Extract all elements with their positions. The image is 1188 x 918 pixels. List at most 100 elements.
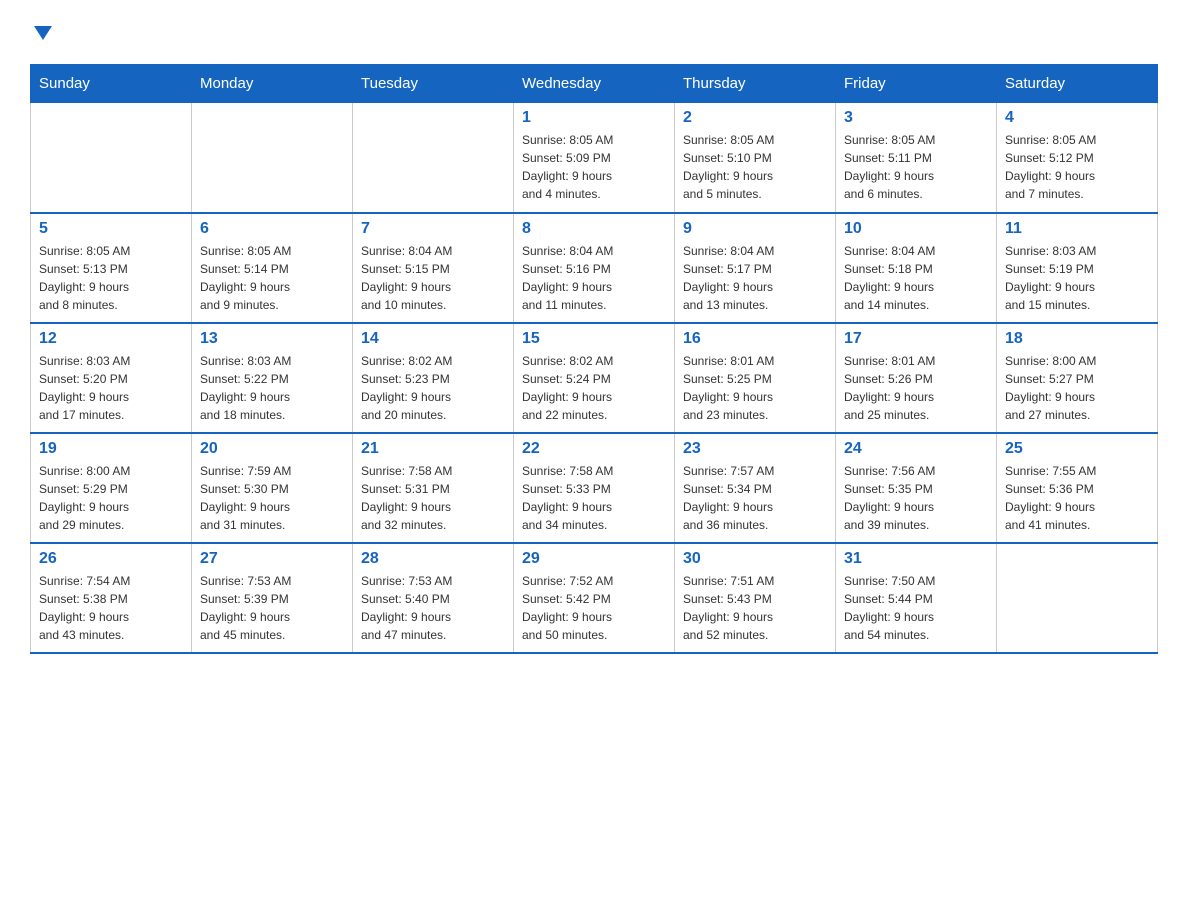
day-number: 11	[1005, 220, 1149, 238]
calendar-week-row: 12 Sunrise: 8:03 AM Sunset: 5:20 PM Dayli…	[31, 323, 1158, 433]
day-info: Sunrise: 8:04 AM Sunset: 5:15 PM Dayligh…	[361, 242, 505, 314]
calendar-cell: 23 Sunrise: 7:57 AM Sunset: 5:34 PM Dayli…	[675, 433, 836, 543]
calendar-cell: 13 Sunrise: 8:03 AM Sunset: 5:22 PM Dayli…	[192, 323, 353, 433]
calendar-cell: 2 Sunrise: 8:05 AM Sunset: 5:10 PM Daylig…	[675, 103, 836, 213]
calendar-cell: 19 Sunrise: 8:00 AM Sunset: 5:29 PM Dayli…	[31, 433, 192, 543]
day-info: Sunrise: 8:02 AM Sunset: 5:23 PM Dayligh…	[361, 352, 505, 424]
day-info: Sunrise: 8:00 AM Sunset: 5:29 PM Dayligh…	[39, 462, 183, 534]
weekday-header-saturday: Saturday	[997, 65, 1158, 103]
calendar-header: SundayMondayTuesdayWednesdayThursdayFrid…	[31, 65, 1158, 103]
day-info: Sunrise: 7:55 AM Sunset: 5:36 PM Dayligh…	[1005, 462, 1149, 534]
calendar-cell: 28 Sunrise: 7:53 AM Sunset: 5:40 PM Dayli…	[353, 543, 514, 653]
day-info: Sunrise: 8:04 AM Sunset: 5:18 PM Dayligh…	[844, 242, 988, 314]
calendar-cell: 26 Sunrise: 7:54 AM Sunset: 5:38 PM Dayli…	[31, 543, 192, 653]
day-number: 30	[683, 550, 827, 568]
day-number: 17	[844, 330, 988, 348]
weekday-header-wednesday: Wednesday	[514, 65, 675, 103]
calendar-cell: 27 Sunrise: 7:53 AM Sunset: 5:39 PM Dayli…	[192, 543, 353, 653]
calendar-cell: 5 Sunrise: 8:05 AM Sunset: 5:13 PM Daylig…	[31, 213, 192, 323]
calendar-cell: 21Sunrise: 7:58 AM Sunset: 5:31 PM Dayli…	[353, 433, 514, 543]
day-number: 12	[39, 330, 183, 348]
weekday-header-thursday: Thursday	[675, 65, 836, 103]
day-number: 19	[39, 440, 183, 458]
day-info: Sunrise: 8:03 AM Sunset: 5:20 PM Dayligh…	[39, 352, 183, 424]
day-number: 28	[361, 550, 505, 568]
day-number: 31	[844, 550, 988, 568]
day-info: Sunrise: 8:05 AM Sunset: 5:14 PM Dayligh…	[200, 242, 344, 314]
day-info: Sunrise: 8:05 AM Sunset: 5:13 PM Dayligh…	[39, 242, 183, 314]
calendar-cell: 22 Sunrise: 7:58 AM Sunset: 5:33 PM Dayli…	[514, 433, 675, 543]
day-number: 6	[200, 220, 344, 238]
calendar-cell: 12 Sunrise: 8:03 AM Sunset: 5:20 PM Dayli…	[31, 323, 192, 433]
day-info: Sunrise: 8:05 AM Sunset: 5:12 PM Dayligh…	[1005, 131, 1149, 203]
day-info: Sunrise: 8:03 AM Sunset: 5:22 PM Dayligh…	[200, 352, 344, 424]
day-number: 7	[361, 220, 505, 238]
day-number: 9	[683, 220, 827, 238]
day-number: 15	[522, 330, 666, 348]
calendar-cell	[31, 103, 192, 213]
calendar-cell: 20Sunrise: 7:59 AM Sunset: 5:30 PM Dayli…	[192, 433, 353, 543]
calendar-week-row: 26 Sunrise: 7:54 AM Sunset: 5:38 PM Dayli…	[31, 543, 1158, 653]
day-number: 26	[39, 550, 183, 568]
day-info: Sunrise: 8:01 AM Sunset: 5:25 PM Dayligh…	[683, 352, 827, 424]
day-number: 13	[200, 330, 344, 348]
day-info: Sunrise: 8:02 AM Sunset: 5:24 PM Dayligh…	[522, 352, 666, 424]
day-number: 16	[683, 330, 827, 348]
weekday-header-tuesday: Tuesday	[353, 65, 514, 103]
calendar-cell: 24Sunrise: 7:56 AM Sunset: 5:35 PM Dayli…	[836, 433, 997, 543]
day-number: 27	[200, 550, 344, 568]
day-info: Sunrise: 7:57 AM Sunset: 5:34 PM Dayligh…	[683, 462, 827, 534]
calendar-cell: 16 Sunrise: 8:01 AM Sunset: 5:25 PM Dayli…	[675, 323, 836, 433]
calendar-cell: 25 Sunrise: 7:55 AM Sunset: 5:36 PM Dayli…	[997, 433, 1158, 543]
day-number: 22	[522, 440, 666, 458]
day-number: 8	[522, 220, 666, 238]
calendar-cell	[353, 103, 514, 213]
day-info: Sunrise: 7:52 AM Sunset: 5:42 PM Dayligh…	[522, 572, 666, 644]
day-info: Sunrise: 7:53 AM Sunset: 5:40 PM Dayligh…	[361, 572, 505, 644]
day-info: Sunrise: 8:04 AM Sunset: 5:16 PM Dayligh…	[522, 242, 666, 314]
weekday-header-monday: Monday	[192, 65, 353, 103]
day-info: Sunrise: 8:05 AM Sunset: 5:11 PM Dayligh…	[844, 131, 988, 203]
calendar-table: SundayMondayTuesdayWednesdayThursdayFrid…	[30, 64, 1158, 654]
day-info: Sunrise: 7:50 AM Sunset: 5:44 PM Dayligh…	[844, 572, 988, 644]
calendar-week-row: 5 Sunrise: 8:05 AM Sunset: 5:13 PM Daylig…	[31, 213, 1158, 323]
calendar-cell: 4 Sunrise: 8:05 AM Sunset: 5:12 PM Daylig…	[997, 103, 1158, 213]
calendar-cell: 6 Sunrise: 8:05 AM Sunset: 5:14 PM Daylig…	[192, 213, 353, 323]
calendar-week-row: 1Sunrise: 8:05 AM Sunset: 5:09 PM Daylig…	[31, 103, 1158, 213]
header-row: SundayMondayTuesdayWednesdayThursdayFrid…	[31, 65, 1158, 103]
day-number: 1	[522, 109, 666, 127]
day-info: Sunrise: 7:53 AM Sunset: 5:39 PM Dayligh…	[200, 572, 344, 644]
day-info: Sunrise: 7:59 AM Sunset: 5:30 PM Dayligh…	[200, 462, 344, 534]
calendar-cell: 18 Sunrise: 8:00 AM Sunset: 5:27 PM Dayli…	[997, 323, 1158, 433]
calendar-cell: 31 Sunrise: 7:50 AM Sunset: 5:44 PM Dayli…	[836, 543, 997, 653]
day-number: 4	[1005, 109, 1149, 127]
calendar-cell: 1Sunrise: 8:05 AM Sunset: 5:09 PM Daylig…	[514, 103, 675, 213]
calendar-cell: 30 Sunrise: 7:51 AM Sunset: 5:43 PM Dayli…	[675, 543, 836, 653]
day-info: Sunrise: 8:05 AM Sunset: 5:10 PM Dayligh…	[683, 131, 827, 203]
weekday-header-sunday: Sunday	[31, 65, 192, 103]
day-number: 25	[1005, 440, 1149, 458]
day-number: 5	[39, 220, 183, 238]
day-number: 2	[683, 109, 827, 127]
day-number: 24	[844, 440, 988, 458]
day-number: 3	[844, 109, 988, 127]
day-number: 14	[361, 330, 505, 348]
calendar-cell: 10 Sunrise: 8:04 AM Sunset: 5:18 PM Dayli…	[836, 213, 997, 323]
day-info: Sunrise: 8:00 AM Sunset: 5:27 PM Dayligh…	[1005, 352, 1149, 424]
day-info: Sunrise: 8:01 AM Sunset: 5:26 PM Dayligh…	[844, 352, 988, 424]
calendar-cell	[192, 103, 353, 213]
calendar-cell: 15 Sunrise: 8:02 AM Sunset: 5:24 PM Dayli…	[514, 323, 675, 433]
calendar-cell: 7 Sunrise: 8:04 AM Sunset: 5:15 PM Daylig…	[353, 213, 514, 323]
day-number: 23	[683, 440, 827, 458]
day-number: 18	[1005, 330, 1149, 348]
calendar-cell: 29Sunrise: 7:52 AM Sunset: 5:42 PM Dayli…	[514, 543, 675, 653]
day-info: Sunrise: 7:58 AM Sunset: 5:33 PM Dayligh…	[522, 462, 666, 534]
calendar-cell: 8 Sunrise: 8:04 AM Sunset: 5:16 PM Daylig…	[514, 213, 675, 323]
calendar-cell: 17 Sunrise: 8:01 AM Sunset: 5:26 PM Dayli…	[836, 323, 997, 433]
day-info: Sunrise: 7:54 AM Sunset: 5:38 PM Dayligh…	[39, 572, 183, 644]
calendar-body: 1Sunrise: 8:05 AM Sunset: 5:09 PM Daylig…	[31, 103, 1158, 653]
day-number: 10	[844, 220, 988, 238]
day-info: Sunrise: 8:04 AM Sunset: 5:17 PM Dayligh…	[683, 242, 827, 314]
day-info: Sunrise: 7:51 AM Sunset: 5:43 PM Dayligh…	[683, 572, 827, 644]
weekday-header-friday: Friday	[836, 65, 997, 103]
